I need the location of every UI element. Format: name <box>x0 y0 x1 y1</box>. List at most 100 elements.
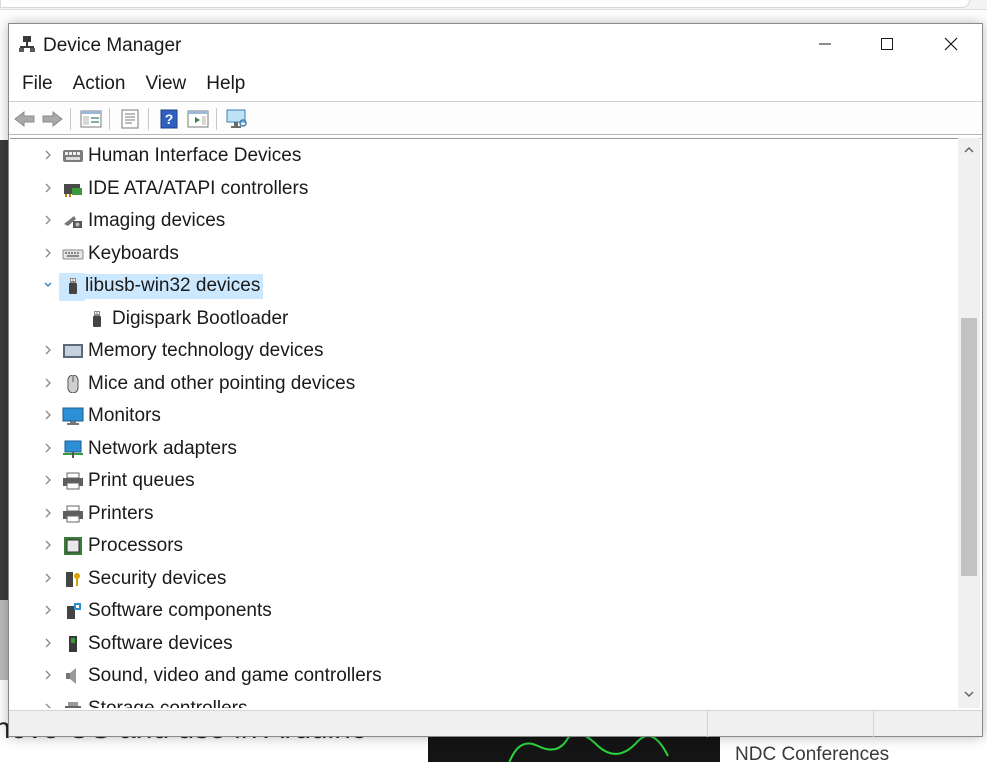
status-pane <box>873 711 982 737</box>
toolbar-separator <box>109 108 110 130</box>
chevron-right-icon[interactable] <box>43 408 53 422</box>
tree-category-row[interactable]: Memory technology devices <box>10 335 950 367</box>
tree-category-row-selected[interactable]: libusb-win32 devices <box>10 270 950 302</box>
tree-row-label: Security devices <box>88 567 227 589</box>
camera-icon <box>62 212 84 230</box>
back-arrow-icon <box>14 110 35 128</box>
chevron-right-icon[interactable] <box>43 473 53 487</box>
ide-controller-icon <box>62 180 84 198</box>
chevron-right-icon[interactable] <box>43 441 53 455</box>
scroll-up-button[interactable] <box>958 142 980 158</box>
chevron-right-icon[interactable] <box>43 343 53 357</box>
memory-device-icon <box>62 342 84 360</box>
status-bar <box>9 710 982 737</box>
chevron-right-icon[interactable] <box>43 701 53 708</box>
scrollbar-thumb[interactable] <box>961 318 977 576</box>
processor-icon <box>62 537 84 555</box>
background-video-thumbnail <box>428 736 720 762</box>
tree-category-row[interactable]: Software components <box>10 595 950 627</box>
background-channel-name: NDC Conferences <box>735 744 890 765</box>
tree-row-label: Keyboards <box>88 242 179 264</box>
title-bar[interactable]: Device Manager <box>9 24 982 66</box>
scroll-down-button[interactable] <box>958 686 980 702</box>
tree-category-row[interactable]: Network adapters <box>10 433 950 465</box>
chevron-right-icon[interactable] <box>43 181 53 195</box>
tree-row-label: Memory technology devices <box>88 340 324 361</box>
device-manager-app-icon <box>19 36 35 52</box>
properties-icon <box>121 109 139 129</box>
tree-category-row[interactable]: Print queues <box>10 465 950 497</box>
back-button[interactable] <box>13 107 37 131</box>
tree-category-row[interactable]: Sound, video and game controllers <box>10 660 950 692</box>
console-tree-icon <box>80 110 102 128</box>
chevron-right-icon[interactable] <box>43 636 53 650</box>
chevron-down-icon <box>964 691 974 697</box>
chevron-right-icon[interactable] <box>43 213 53 227</box>
tree-row-label: Print queues <box>88 470 195 491</box>
toolbar: ? <box>9 101 982 135</box>
tree-row-label: Human Interface Devices <box>88 145 302 166</box>
tree-category-row[interactable]: Printers <box>10 498 950 530</box>
monitor-icon <box>62 407 84 425</box>
chevron-right-icon[interactable] <box>43 376 53 390</box>
close-button[interactable] <box>920 24 982 64</box>
close-icon <box>944 37 958 51</box>
chevron-right-icon[interactable] <box>43 571 53 585</box>
background-video-strip <box>0 140 8 680</box>
vertical-scrollbar[interactable] <box>958 138 980 708</box>
chevron-down-icon[interactable] <box>43 278 53 292</box>
tree-row-label: Processors <box>88 535 184 556</box>
chevron-right-icon[interactable] <box>43 246 53 260</box>
help-icon: ? <box>160 109 178 129</box>
show-hide-console-tree-button[interactable] <box>79 107 103 131</box>
tree-category-row[interactable]: Processors <box>10 530 950 562</box>
tree-row-label: libusb-win32 devices <box>82 274 264 299</box>
printer-icon <box>62 472 84 490</box>
tree-category-row[interactable]: Mice and other pointing devices <box>10 368 950 400</box>
tree-category-row[interactable]: Imaging devices <box>10 205 950 237</box>
scan-hardware-button[interactable] <box>225 107 249 131</box>
device-tree[interactable]: Human Interface Devices IDE ATA/ATAPI con… <box>10 138 981 708</box>
tree-category-row[interactable]: Human Interface Devices <box>10 140 950 172</box>
status-pane <box>707 711 873 737</box>
software-component-icon <box>62 602 84 620</box>
minimize-button[interactable] <box>794 24 856 64</box>
device-manager-window: Device Manager File Action View Help ? H… <box>8 23 983 737</box>
properties-button[interactable] <box>118 107 142 131</box>
toolbar-separator <box>148 108 149 130</box>
storage-controller-icon <box>62 700 84 708</box>
help-button[interactable]: ? <box>157 107 181 131</box>
toolbar-separator <box>70 108 71 130</box>
menu-view[interactable]: View <box>145 68 186 100</box>
tree-category-row[interactable]: IDE ATA/ATAPI controllers <box>10 173 950 205</box>
tree-category-row[interactable]: Storage controllers <box>10 693 950 708</box>
tree-device-row[interactable]: Digispark Bootloader <box>10 303 950 335</box>
forward-arrow-icon <box>42 110 63 128</box>
tree-category-row[interactable]: Software devices <box>10 628 950 660</box>
tree-row-label: Software components <box>88 600 272 621</box>
tree-row-label: IDE ATA/ATAPI controllers <box>88 177 309 199</box>
window-title: Device Manager <box>43 35 182 56</box>
chevron-right-icon[interactable] <box>43 668 53 682</box>
tree-category-row[interactable]: Keyboards <box>10 238 950 270</box>
chevron-right-icon[interactable] <box>43 603 53 617</box>
menu-help[interactable]: Help <box>206 68 245 100</box>
scan-hardware-icon <box>226 109 247 128</box>
browser-address-bar <box>0 0 970 8</box>
chevron-right-icon[interactable] <box>43 538 53 552</box>
maximize-button[interactable] <box>856 24 918 64</box>
menu-action[interactable]: Action <box>73 68 126 100</box>
forward-button[interactable] <box>40 107 64 131</box>
background-sidebar-strip <box>0 600 8 680</box>
tree-category-row[interactable]: Security devices <box>10 563 950 595</box>
chevron-up-icon <box>964 147 974 153</box>
action-pane-button[interactable] <box>186 107 210 131</box>
tree-category-row[interactable]: Monitors <box>10 400 950 432</box>
tree-row-label: Network adapters <box>88 437 237 459</box>
svg-text:?: ? <box>165 111 174 127</box>
chevron-right-icon[interactable] <box>43 148 53 162</box>
tree-row-label: Printers <box>88 502 154 524</box>
tree-row-label: Imaging devices <box>88 210 226 231</box>
chevron-right-icon[interactable] <box>43 506 53 520</box>
menu-file[interactable]: File <box>22 68 53 100</box>
